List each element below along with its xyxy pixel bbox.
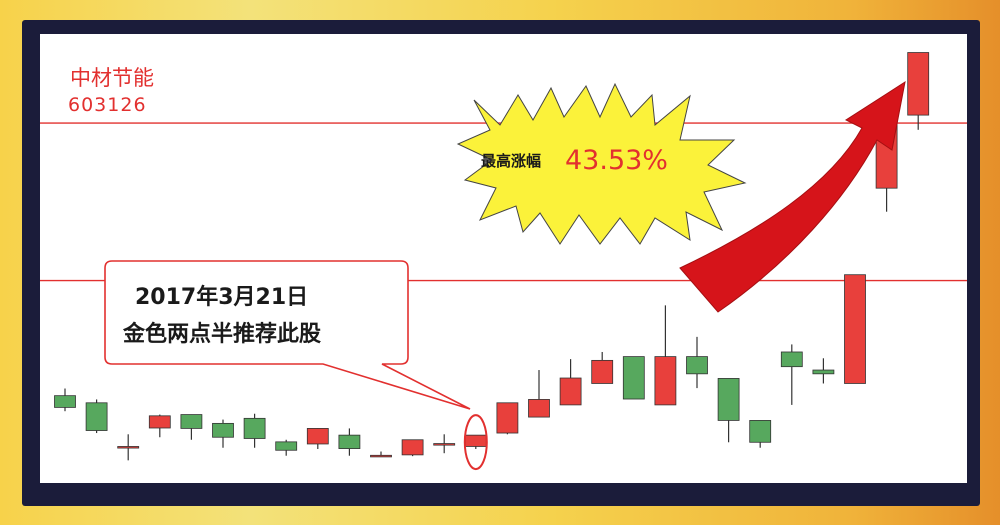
candle (591, 351, 614, 384)
candlestick-chart (40, 52, 967, 471)
callout-recommendation: 金色两点半推荐此股 (123, 322, 322, 347)
candle-body (85, 402, 108, 431)
candle (812, 358, 835, 384)
candle-body (306, 428, 329, 445)
candle (148, 414, 171, 438)
candle-body (686, 356, 708, 375)
candle (306, 428, 329, 449)
candle-body (907, 52, 930, 116)
candle-body (591, 359, 614, 384)
candle (844, 274, 866, 384)
candle (749, 420, 772, 448)
candle (654, 305, 677, 406)
candle (559, 359, 582, 406)
candle (370, 451, 392, 458)
candle (180, 414, 203, 440)
candle-body (243, 417, 266, 439)
candle-body (54, 395, 76, 408)
candle (275, 439, 298, 456)
candle-body (401, 439, 424, 456)
candle-body (749, 420, 772, 443)
candle-body (812, 369, 835, 375)
candle-body (370, 454, 392, 458)
candle-body (464, 434, 487, 447)
candle-body (117, 446, 140, 449)
candle-body (433, 443, 456, 446)
candle-body (338, 434, 361, 449)
candle (85, 399, 108, 434)
candle-body (180, 414, 203, 429)
max-gain-value: 43.53% (565, 145, 668, 176)
candle-body (717, 378, 740, 421)
candle (212, 419, 234, 448)
candle-body (528, 399, 550, 418)
candle (433, 434, 456, 454)
candle (338, 428, 361, 456)
candle (717, 378, 740, 443)
candle-body (622, 356, 645, 400)
candle-body (844, 274, 866, 384)
candle-body (148, 415, 171, 429)
candle (686, 336, 708, 389)
candle (464, 434, 487, 449)
candle (401, 439, 424, 457)
candle (780, 344, 803, 405)
candle-body (496, 402, 519, 434)
candle (622, 356, 645, 400)
candle-body (780, 351, 803, 368)
candle-body (559, 377, 582, 406)
candle (54, 388, 76, 412)
callout-date: 2017年3月21日 (135, 285, 309, 310)
candle-body (654, 356, 677, 406)
candle (528, 370, 550, 418)
candle (496, 402, 519, 435)
rising-arrow-icon (679, 80, 906, 313)
max-gain-label: 最高涨幅 (481, 152, 542, 170)
candle-body (212, 422, 234, 438)
candle (907, 52, 930, 130)
candle (117, 434, 140, 461)
candle (243, 413, 266, 448)
candle-body (275, 441, 298, 451)
